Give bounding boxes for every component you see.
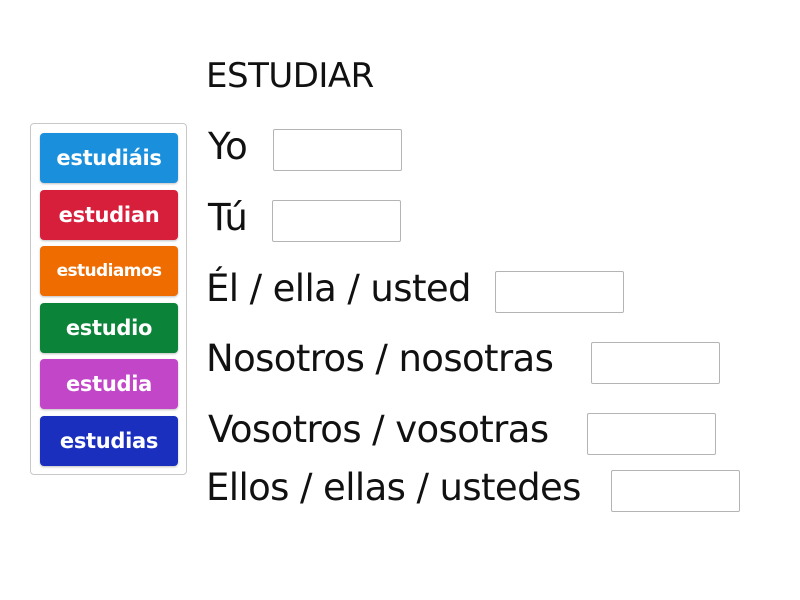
drop-zone-ellos[interactable] (611, 470, 740, 512)
pronoun-label: Él / ella / usted (206, 267, 472, 310)
word-tile[interactable]: estudiamos (40, 246, 178, 296)
word-tile[interactable]: estudiáis (40, 133, 178, 183)
word-tile[interactable]: estudian (40, 190, 178, 240)
pronoun-label: Vosotros / vosotras (208, 408, 549, 451)
drop-zone-nosotros[interactable] (591, 342, 720, 384)
drop-zone-yo[interactable] (273, 129, 402, 171)
word-tile[interactable]: estudio (40, 303, 178, 353)
pronoun-label: Nosotros / nosotras (206, 337, 554, 380)
verb-heading: ESTUDIAR (206, 56, 374, 96)
word-tile[interactable]: estudia (40, 359, 178, 409)
word-bank: estudiáis estudian estudiamos estudio es… (30, 123, 187, 475)
pronoun-label: Yo (208, 125, 248, 168)
drop-zone-vosotros[interactable] (587, 413, 716, 455)
pronoun-label: Tú (208, 196, 248, 239)
drop-zone-tu[interactable] (272, 200, 401, 242)
word-tile[interactable]: estudias (40, 416, 178, 466)
pronoun-label: Ellos / ellas / ustedes (206, 466, 581, 509)
drop-zone-el[interactable] (495, 271, 624, 313)
